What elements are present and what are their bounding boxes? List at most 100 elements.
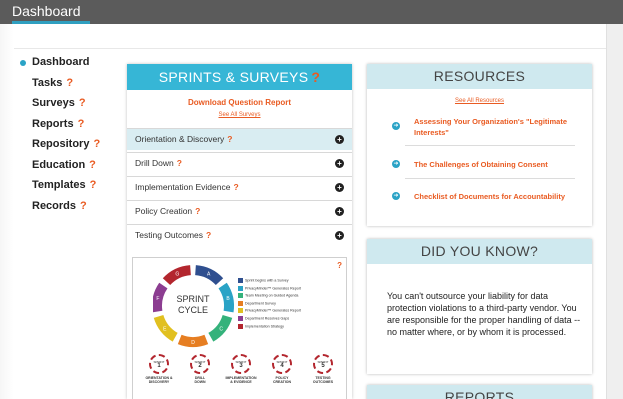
accordion-orientation-discovery[interactable]: Orientation & Discovery? + [127,128,352,150]
top-bar: Dashboard [0,0,623,24]
legend-text: PrivacyMinder™ Generates Report [245,286,301,291]
see-all-surveys-link[interactable]: See All Surveys [127,112,352,118]
legend-swatch [238,315,243,321]
help-icon[interactable]: ? [90,179,97,191]
accordion-testing-outcomes[interactable]: Testing Outcomes? + [127,224,352,246]
panel-title: REPORTS [367,385,592,399]
help-icon[interactable]: ? [311,69,320,85]
did-you-know-panel: DID YOU KNOW? You can't outsource your l… [367,239,592,374]
cycle-letter: D [191,340,195,346]
sprint-badge-icon: SPRINT 4 [272,354,292,374]
help-icon[interactable]: ? [233,182,238,192]
badge-label: ORIENTATION & DISCOVERY [145,376,173,384]
sidebar-item-label: Tasks [32,76,63,89]
help-icon[interactable]: ? [66,77,73,89]
arrow-right-icon: ➜ [392,160,400,168]
legend-text: Implementation Strategy [245,324,284,329]
panel-title: SPRINTS & SURVEYS [158,69,309,85]
legend-swatch [238,300,243,306]
sprint-cycle-graphic: ? ABCDEFG SPRINT CYCLE Sprint begins wit… [132,257,347,399]
legend-item: PrivacyMinder™ Generates Report [238,308,301,316]
sidebar-item-label: Dashboard [32,56,90,68]
expand-icon[interactable]: + [335,135,344,144]
accordion-drill-down[interactable]: Drill Down? + [127,152,352,174]
expand-icon[interactable]: + [335,231,344,240]
accordion-policy-creation[interactable]: Policy Creation? + [127,200,352,222]
legend-swatch [238,278,243,283]
sidebar-item-records[interactable]: Records? [18,200,118,221]
expand-icon[interactable]: + [335,159,344,168]
help-icon[interactable]: ? [80,200,87,212]
legend-item: PrivacyMinder™ Generates Report [238,285,301,294]
badge-label: TESTING OUTCOMES [312,376,334,384]
legend-item: Department Resolves Gaps [238,315,301,324]
cycle-center-line2: CYCLE [178,305,208,315]
badge-number: 2 [198,363,202,369]
help-icon[interactable]: ? [337,261,342,270]
sprints-surveys-panel: SPRINTS & SURVEYS? Download Question Rep… [127,64,352,399]
expand-icon[interactable]: + [335,183,344,192]
active-indicator-icon [20,60,26,66]
sprint-badges: SPRINT 1 ORIENTATION & DISCOVERY SPRINT 2 DRIL… [133,354,348,399]
help-icon[interactable]: ? [79,97,86,109]
legend-text: Department Survey [245,301,276,306]
legend-text: PrivacyMinder™ Generates Report [245,308,301,313]
accordion-label: Orientation & Discovery [135,134,225,144]
sprint-badge: SPRINT 5 TESTING OUTCOMES [303,354,343,384]
badge-number: 4 [280,363,284,369]
resource-link[interactable]: Assessing Your Organization's "Legitimat… [414,116,579,138]
legend-swatch [238,308,243,314]
resource-link[interactable]: Checklist of Documents for Accountabilit… [414,191,579,202]
sidebar-item-label: Surveys [32,97,75,109]
sidebar-item-dashboard[interactable]: Dashboard [18,56,118,77]
help-icon[interactable]: ? [89,159,96,171]
content-divider [14,48,606,49]
sidebar-item-education[interactable]: Education? [18,159,118,180]
left-gutter [0,24,14,399]
see-all-resources-link[interactable]: See All Resources [367,98,592,104]
legend-text: Team Meeting on Guided Agenda [245,293,299,298]
sidebar-item-label: Records [32,199,77,212]
badge-number: 3 [239,363,243,369]
badge-number: 5 [321,363,325,369]
badge-label: IMPLEMENTATION & EVIDENCE [225,376,257,384]
help-icon[interactable]: ? [78,118,85,130]
resource-link[interactable]: The Challenges of Obtaining Consent [414,159,579,170]
help-icon[interactable]: ? [195,206,200,216]
accordion-label: Policy Creation [135,206,193,216]
help-icon[interactable]: ? [93,138,100,150]
sprint-badge-icon: SPRINT 5 [313,354,333,374]
help-icon[interactable]: ? [206,230,211,240]
panel-title: DID YOU KNOW? [367,239,592,264]
sidebar-item-templates[interactable]: Templates? [18,179,118,200]
arrow-right-icon: ➜ [392,192,400,200]
legend-item: Team Meeting on Guided Agenda [238,293,301,301]
legend-text: Department Resolves Gaps [245,316,290,321]
sidebar-item-label: Reports [32,117,74,130]
right-gutter [606,24,623,399]
divider [405,178,575,179]
badge-label: DRILL DOWN [194,376,206,384]
resources-panel: RESOURCES See All Resources ➜ Assessing … [367,64,592,226]
legend-swatch [238,285,243,291]
sidebar-item-tasks[interactable]: Tasks? [18,77,118,98]
sidebar-item-label: Templates [32,179,86,191]
badge-label: POLICY CREATION [272,376,292,384]
reports-panel: REPORTS [367,385,592,399]
sprint-badge: SPRINT 3 IMPLEMENTATION & EVIDENCE [221,354,261,384]
legend-item: Implementation Strategy [238,323,301,332]
cycle-legend: Sprint begins with a Survey PrivacyMinder… [238,278,301,331]
download-report-link[interactable]: Download Question Report [127,98,352,107]
help-icon[interactable]: ? [227,134,232,144]
sidebar-item-label: Repository [32,138,90,150]
legend-item: Sprint begins with a Survey [238,278,301,286]
sidebar-item-repository[interactable]: Repository? [18,138,118,159]
accordion-implementation-evidence[interactable]: Implementation Evidence? + [127,176,352,198]
help-icon[interactable]: ? [177,158,182,168]
expand-icon[interactable]: + [335,207,344,216]
sidebar-item-surveys[interactable]: Surveys? [18,97,118,118]
sidebar-item-reports[interactable]: Reports? [18,118,118,139]
cycle-center-line1: SPRINT [176,294,210,304]
legend-item: Department Survey [238,300,301,309]
title-underline [12,21,90,24]
